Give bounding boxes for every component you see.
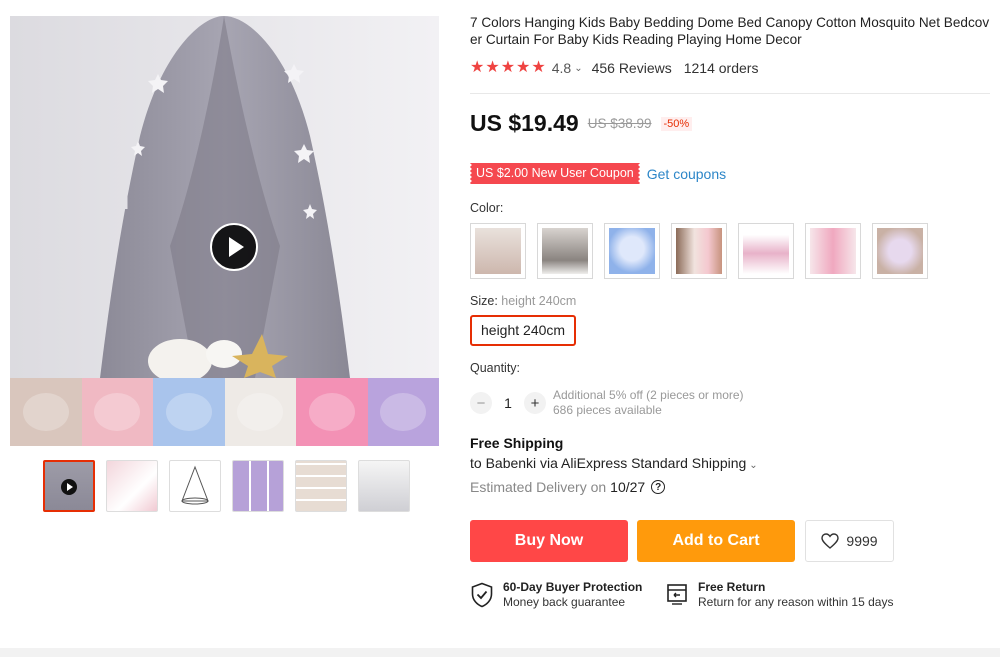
buyer-protection: 60-Day Buyer Protection Money back guara… <box>470 580 665 610</box>
chevron-down-icon[interactable]: ⌄ <box>574 63 582 74</box>
color-swatch-6[interactable] <box>805 223 861 279</box>
rating-stars[interactable]: ★ ★ ★ ★ ★ <box>470 60 546 76</box>
wishlist-count: 9999 <box>846 533 878 549</box>
shipping-detail: to Babenki via AliExpress Standard Shipp… <box>470 455 758 471</box>
buyer-protection-title: 60-Day Buyer Protection <box>503 580 643 594</box>
estimated-delivery: Estimated Delivery on 10/27 ? <box>470 479 666 495</box>
strip-color-purple <box>367 378 439 446</box>
add-to-cart-button[interactable]: Add to Cart <box>637 520 795 562</box>
question-icon[interactable]: ? <box>651 480 666 494</box>
color-swatch-2[interactable] <box>537 223 593 279</box>
page-footer-divider <box>0 648 1000 657</box>
rating-value: 4.8 <box>551 60 572 76</box>
size-label: Size: height 240cm <box>470 294 576 308</box>
product-title: 7 Colors Hanging Kids Baby Bedding Dome … <box>470 15 990 47</box>
heart-icon <box>821 533 840 549</box>
divider <box>470 93 990 94</box>
quantity-value[interactable]: 1 <box>492 395 524 411</box>
guarantees: 60-Day Buyer Protection Money back guara… <box>470 580 893 610</box>
thumbnail-video[interactable] <box>43 460 95 512</box>
play-icon <box>229 237 244 257</box>
star-icon: ★ <box>500 59 516 76</box>
delivery-label: Estimated Delivery on <box>470 479 607 495</box>
swatch-image <box>475 228 521 274</box>
size-label-text: Size: <box>470 294 498 308</box>
stock-available: 686 pieces available <box>553 403 662 417</box>
return-box-icon <box>667 584 687 605</box>
shipping-method[interactable]: to Babenki via AliExpress Standard Shipp… <box>470 455 746 471</box>
quantity-label: Quantity: <box>470 361 521 375</box>
swatch-image <box>743 228 789 274</box>
swatch-image <box>542 228 588 274</box>
coupon-row: US $2.00 New User Coupon Get coupons <box>468 163 726 184</box>
current-price: US $19.49 <box>470 110 579 136</box>
orders-count: 1214 orders <box>683 60 759 76</box>
chevron-down-icon[interactable]: ⌄ <box>749 460 757 471</box>
color-preview-strip <box>10 378 439 446</box>
thumbnail-5[interactable] <box>295 460 347 512</box>
video-play-button[interactable] <box>210 223 258 271</box>
swatch-image <box>877 228 923 274</box>
star-icon: ★ <box>485 59 500 76</box>
original-price: US $38.99 <box>587 116 652 131</box>
shipping-title: Free Shipping <box>470 435 564 451</box>
size-selected-text: height 240cm <box>501 294 577 308</box>
quantity-stepper: − 1 + Additional 5% off (2 pieces or mor… <box>470 388 744 418</box>
wishlist-button[interactable]: 9999 <box>805 520 894 562</box>
color-swatch-1[interactable] <box>470 223 526 279</box>
discount-badge: -50% <box>660 116 693 131</box>
color-swatch-7[interactable] <box>872 223 928 279</box>
strip-color-beige <box>10 378 82 446</box>
quantity-minus-button[interactable]: − <box>470 392 492 414</box>
quantity-plus-button[interactable]: + <box>524 392 546 414</box>
product-detail: 7 Colors Hanging Kids Baby Bedding Dome … <box>468 14 995 609</box>
thumbnail-4[interactable] <box>232 460 284 512</box>
coupon-tag[interactable]: US $2.00 New User Coupon <box>468 163 642 184</box>
delivery-date: 10/27 <box>610 479 646 495</box>
color-swatch-3[interactable] <box>604 223 660 279</box>
strip-color-rose <box>296 378 368 446</box>
thumbnail-2[interactable] <box>106 460 158 512</box>
bulk-discount-note: Additional 5% off (2 pieces or more) <box>553 388 744 402</box>
buy-now-button[interactable]: Buy Now <box>470 520 628 562</box>
thumbnail-list <box>43 460 410 512</box>
buyer-protection-subtitle: Money back guarantee <box>503 595 626 609</box>
free-return-title: Free Return <box>698 580 766 594</box>
get-coupons-link[interactable]: Get coupons <box>647 166 726 182</box>
canopy-photo <box>10 16 439 378</box>
thumbnail-6[interactable] <box>358 460 410 512</box>
swatch-image <box>676 228 722 274</box>
strip-color-white <box>224 378 296 446</box>
free-return: Free Return Return for any reason within… <box>665 580 893 610</box>
reviews-link[interactable]: 456 Reviews <box>592 60 672 76</box>
color-swatch-5[interactable] <box>738 223 794 279</box>
canopy-diagram-image <box>181 465 209 505</box>
swatch-image <box>810 228 856 274</box>
swatch-image <box>609 228 655 274</box>
action-buttons: Buy Now Add to Cart 9999 <box>470 520 894 562</box>
rating-row: ★ ★ ★ ★ ★ 4.8 ⌄ 456 Reviews 1214 orders <box>470 60 759 77</box>
strip-color-pink <box>81 378 153 446</box>
color-swatch-4[interactable] <box>671 223 727 279</box>
quantity-note: Additional 5% off (2 pieces or more) 686… <box>553 388 744 418</box>
thumbnail-3[interactable] <box>169 460 221 512</box>
play-icon <box>61 479 77 495</box>
star-icon: ★ <box>531 59 546 76</box>
color-label: Color: <box>470 201 504 215</box>
size-option-240cm[interactable]: height 240cm <box>470 315 577 346</box>
star-icon: ★ <box>516 59 531 76</box>
strip-color-blue <box>153 378 225 446</box>
price-row: US $19.49 US $38.99 -50% <box>470 110 693 137</box>
shield-check-icon <box>471 582 493 608</box>
free-return-subtitle: Return for any reason within 15 days <box>698 595 894 609</box>
star-icon: ★ <box>470 59 485 76</box>
product-main-image[interactable] <box>10 16 439 446</box>
color-swatches <box>470 223 928 279</box>
